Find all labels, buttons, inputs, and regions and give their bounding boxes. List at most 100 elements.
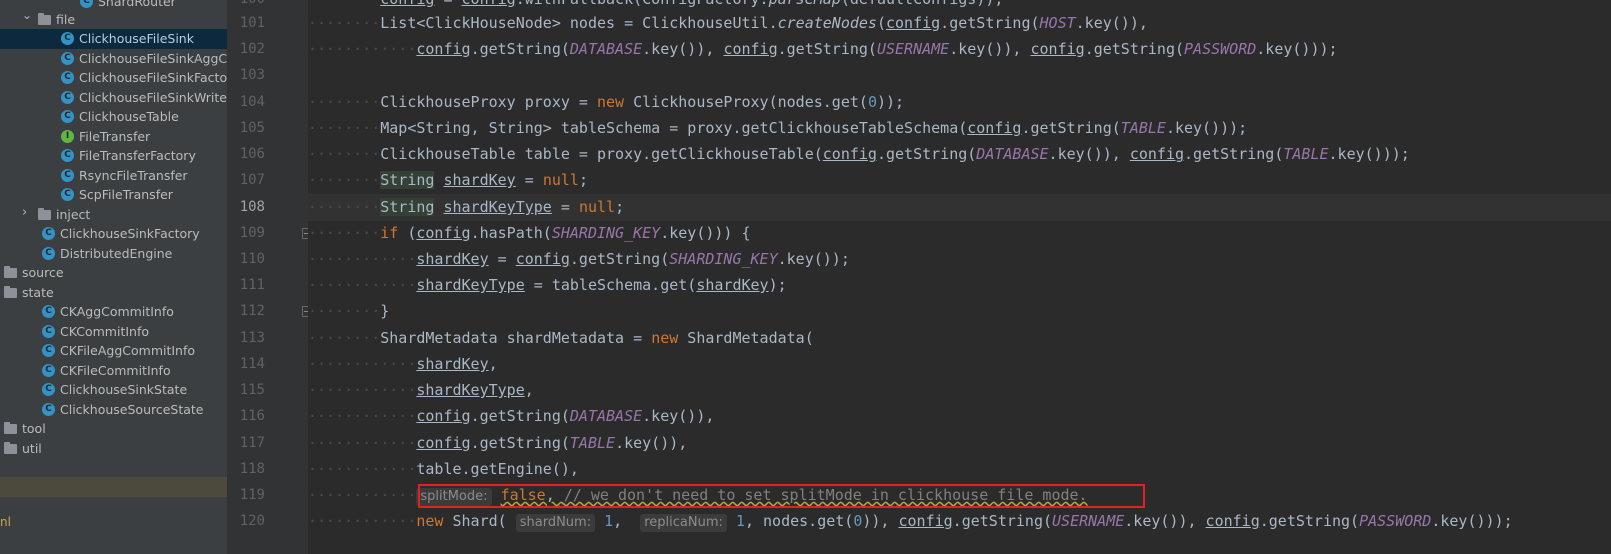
tree-item-inject[interactable]: › inject bbox=[0, 205, 227, 225]
tree-item-clickhousesinkfactory[interactable]: C ClickhouseSinkFactory bbox=[0, 224, 227, 244]
tree-item-label: FileTransferFactory bbox=[79, 148, 196, 163]
tree-item-clickhousefilesink[interactable]: C ClickhouseFileSink bbox=[0, 29, 227, 49]
line-number[interactable]: 107 bbox=[228, 167, 265, 194]
code-line-105: ········Map<String, String> tableSchema … bbox=[308, 119, 1248, 137]
class-icon: C bbox=[61, 91, 74, 104]
tree-item-ckcommitinfo[interactable]: C CKCommitInfo bbox=[0, 322, 227, 342]
class-icon: C bbox=[80, 0, 93, 8]
tree-item-ckfilecommitinfo[interactable]: C CKFileCommitInfo bbox=[0, 361, 227, 381]
tree-item-rsyncfiletransfer[interactable]: C RsyncFileTransfer bbox=[0, 166, 227, 186]
line-number[interactable]: 111 bbox=[228, 272, 265, 299]
code-line-111: ············shardKeyType = tableSchema.g… bbox=[308, 276, 787, 294]
highlight-annotation-box bbox=[418, 484, 1145, 508]
tree-item-label: ClickhouseTable bbox=[79, 109, 179, 124]
tree-item-source[interactable]: source bbox=[0, 263, 227, 283]
code-line-114: ············shardKey, bbox=[308, 355, 498, 373]
line-number[interactable]: 113 bbox=[228, 325, 265, 352]
code-line-113: ········ShardMetadata shardMetadata = ne… bbox=[308, 329, 814, 347]
tree-item-file[interactable]: ⌄ file bbox=[0, 8, 227, 30]
chevron-down-icon[interactable]: ⌄ bbox=[22, 8, 32, 22]
class-icon: C bbox=[61, 188, 74, 201]
inlay-hint-shardnum: shardNum: bbox=[515, 514, 596, 532]
folder-icon bbox=[4, 422, 17, 434]
class-icon: C bbox=[61, 110, 74, 123]
code-line-108: ········String shardKeyType = null; bbox=[308, 194, 1611, 221]
tree-item-clickhousetable[interactable]: C ClickhouseTable bbox=[0, 107, 227, 127]
tree-item-label: source bbox=[22, 265, 64, 280]
line-number[interactable]: 104 bbox=[228, 89, 265, 116]
tree-item-label: tool bbox=[22, 421, 46, 436]
line-number[interactable]: 120 bbox=[228, 508, 265, 535]
folder-icon bbox=[4, 266, 17, 278]
tree-item-label: RsyncFileTransfer bbox=[79, 168, 188, 183]
tree-item-filetransfer[interactable]: I FileTransfer bbox=[0, 127, 227, 147]
folder-icon bbox=[4, 286, 17, 298]
line-number[interactable]: 115 bbox=[228, 377, 265, 404]
class-icon: C bbox=[42, 325, 55, 338]
class-icon: C bbox=[42, 364, 55, 377]
line-number[interactable]: 110 bbox=[228, 246, 265, 273]
tree-item-label: ShardRouter bbox=[98, 0, 176, 9]
code-line-102: ············config.getString(DATABASE.ke… bbox=[308, 40, 1338, 58]
code-line-110: ············shardKey = config.getString(… bbox=[308, 250, 850, 268]
line-number[interactable]: 106 bbox=[228, 141, 265, 168]
tree-item-label: ScpFileTransfer bbox=[79, 187, 173, 202]
project-tree[interactable]: C ShardRouter ⌄ file C ClickhouseFileSink C Cli… bbox=[0, 0, 227, 554]
tree-item-label: DistributedEngine bbox=[60, 246, 173, 261]
line-number[interactable]: 109 bbox=[228, 220, 265, 247]
code-line-107: ········String shardKey = null; bbox=[308, 171, 588, 189]
line-number[interactable]: 114 bbox=[228, 351, 265, 378]
tree-item-label: CKCommitInfo bbox=[60, 324, 150, 339]
class-icon: C bbox=[42, 247, 55, 260]
tree-item-state[interactable]: state bbox=[0, 283, 227, 303]
tree-highlight-row bbox=[0, 477, 227, 497]
code-line-118: ············table.getEngine(), bbox=[308, 460, 579, 478]
code-line-120: ············new Shard( shardNum: 1, repl… bbox=[308, 512, 1513, 532]
tree-item-label: CKFileAggCommitInfo bbox=[60, 343, 196, 358]
line-number[interactable]: 102 bbox=[228, 36, 265, 63]
tree-item-ckaggcommitinfo[interactable]: C CKAggCommitInfo bbox=[0, 302, 227, 322]
class-icon: C bbox=[42, 305, 55, 318]
tree-item-clickhousefilesinkfactory[interactable]: C ClickhouseFileSinkFactory bbox=[0, 68, 227, 88]
code-line-106: ········ClickhouseTable table = proxy.ge… bbox=[308, 145, 1410, 163]
line-number[interactable]: 103 bbox=[228, 62, 265, 89]
truncated-tree-label: nl bbox=[0, 515, 11, 529]
class-icon: C bbox=[42, 344, 55, 357]
tree-item-ckfileaggcommitinfo[interactable]: C CKFileAggCommitInfo bbox=[0, 341, 227, 361]
line-number[interactable]: 119 bbox=[228, 482, 265, 509]
line-number[interactable]: 118 bbox=[228, 456, 265, 483]
tree-item-label: CKAggCommitInfo bbox=[60, 304, 174, 319]
tree-item-label: util bbox=[22, 441, 42, 456]
code-line-109: ········if (config.hasPath(SHARDING_KEY.… bbox=[308, 224, 751, 242]
tree-item-clickhousefilesinkaggcommitter[interactable]: C ClickhouseFileSinkAggCommitter bbox=[0, 49, 227, 69]
line-number[interactable]: 108 bbox=[228, 194, 265, 221]
tree-item-label: ClickhouseSourceState bbox=[60, 402, 204, 417]
code-editor[interactable]: ········config = config.withFallback(Con… bbox=[308, 0, 1611, 554]
class-icon: C bbox=[42, 403, 55, 416]
tree-item-util[interactable]: util bbox=[0, 439, 227, 459]
code-line-117: ············config.getString(TABLE.key()… bbox=[308, 434, 688, 452]
tree-item-clickhousesinkstate[interactable]: C ClickhouseSinkState bbox=[0, 380, 227, 400]
folder-icon bbox=[38, 13, 51, 25]
class-icon: C bbox=[61, 52, 74, 65]
class-icon: C bbox=[42, 383, 55, 396]
line-number[interactable]: 112 bbox=[228, 298, 265, 325]
line-number[interactable]: 116 bbox=[228, 403, 265, 430]
tree-item-tool[interactable]: tool bbox=[0, 419, 227, 439]
line-number[interactable]: 117 bbox=[228, 430, 265, 457]
line-number[interactable]: 101 bbox=[228, 10, 265, 37]
class-icon: C bbox=[42, 227, 55, 240]
tree-item-clickhousesourcestate[interactable]: C ClickhouseSourceState bbox=[0, 400, 227, 420]
tree-item-distributedengine[interactable]: C DistributedEngine bbox=[0, 244, 227, 264]
class-icon: C bbox=[61, 71, 74, 84]
interface-icon: I bbox=[61, 130, 74, 143]
tree-item-label: inject bbox=[56, 207, 91, 222]
chevron-right-icon[interactable]: › bbox=[22, 205, 27, 220]
line-number[interactable]: 105 bbox=[228, 115, 265, 142]
tree-item-label: ClickhouseFileSinkWriter bbox=[79, 90, 227, 105]
tree-item-label: CKFileCommitInfo bbox=[60, 363, 171, 378]
tree-item-filetransferfactory[interactable]: C FileTransferFactory bbox=[0, 146, 227, 166]
tree-item-clickhousefilesinkwriter[interactable]: C ClickhouseFileSinkWriter bbox=[0, 88, 227, 108]
tree-item-scpfiletransfer[interactable]: C ScpFileTransfer bbox=[0, 185, 227, 205]
class-icon: C bbox=[61, 169, 74, 182]
